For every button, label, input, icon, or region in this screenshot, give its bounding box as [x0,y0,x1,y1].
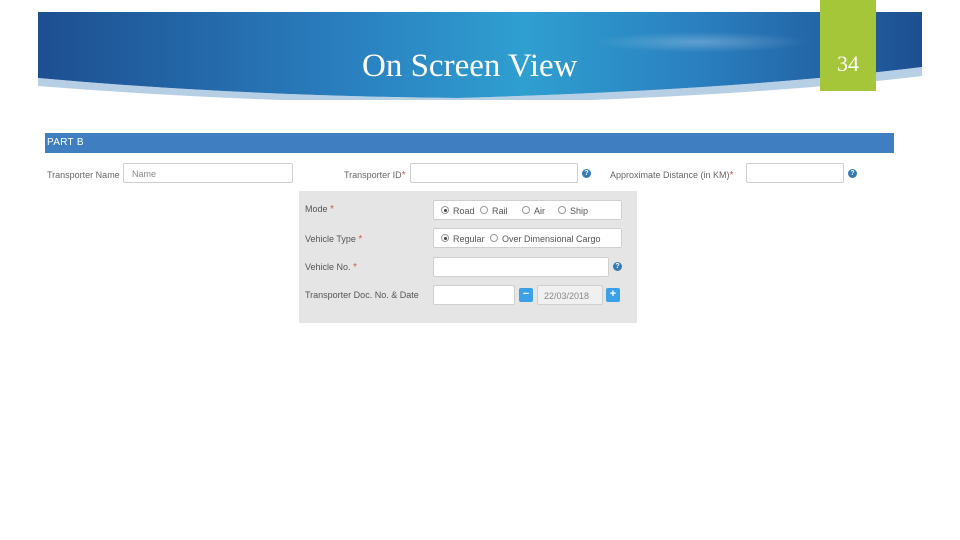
required-marker: * [729,170,734,181]
mode-label: Mode * [305,204,334,215]
distance-label-text: Approximate Distance (in KM) [610,170,730,180]
mode-option-label: Ship [570,206,589,216]
mode-radio-group: Road Rail Air Ship [433,200,622,220]
mode-option-label: Air [534,206,545,216]
required-marker: * [358,234,363,245]
form-screenshot: PART B Transporter Name Name Transporter… [45,133,894,327]
vehicle-type-radio-odc[interactable] [490,234,498,242]
transporter-id-input[interactable] [410,163,578,183]
vehicle-type-label-text: Vehicle Type [305,234,356,244]
vehicle-type-option-label: Over Dimensional Cargo [502,234,601,244]
help-icon[interactable]: ? [613,262,622,271]
mode-radio-rail[interactable] [480,206,488,214]
vehicle-type-option-label: Regular [453,234,485,244]
mode-radio-ship[interactable] [558,206,566,214]
vehicle-no-label-text: Vehicle No. [305,262,351,272]
mode-option-label: Road [453,206,475,216]
date-value: 22/03/2018 [544,291,590,301]
mode-option-label: Rail [492,206,508,216]
vehicle-type-label: Vehicle Type * [305,234,362,245]
help-icon[interactable]: ? [848,169,857,178]
transporter-doc-date-field[interactable]: 22/03/2018 [537,285,603,305]
slide-banner: On Screen View [38,12,922,100]
transporter-name-input[interactable]: Name [123,163,293,183]
transporter-doc-label: Transporter Doc. No. & Date [305,290,419,300]
distance-label: Approximate Distance (in KM)* [610,170,733,181]
vehicle-type-radio-regular[interactable] [441,234,449,242]
vehicle-type-radio-group: Regular Over Dimensional Cargo [433,228,622,248]
distance-input[interactable] [746,163,844,183]
transporter-id-label-text: Transporter ID [344,170,402,180]
help-icon[interactable]: ? [582,169,591,178]
plus-button[interactable]: + [606,288,620,302]
transporter-name-placeholder: Name [132,169,157,179]
minus-button[interactable]: − [519,288,533,302]
mode-radio-road[interactable] [441,206,449,214]
transport-details-panel: Mode * Road Rail Air Ship Vehicle Type *… [299,191,637,323]
required-marker: * [353,262,357,273]
required-marker: * [401,170,406,181]
section-header: PART B [45,133,894,153]
transporter-id-label: Transporter ID* [344,170,406,181]
transporter-name-label: Transporter Name [47,170,120,180]
mode-label-text: Mode [305,204,328,214]
slide-number: 34 [837,51,859,76]
transporter-doc-input[interactable] [433,285,515,305]
slide-title: On Screen View [362,48,578,84]
section-title: PART B [47,137,84,148]
required-marker: * [330,204,334,215]
vehicle-no-label: Vehicle No. * [305,262,357,273]
mode-radio-air[interactable] [522,206,530,214]
slide-number-tab: 34 [820,0,876,91]
vehicle-no-input[interactable] [433,257,609,277]
